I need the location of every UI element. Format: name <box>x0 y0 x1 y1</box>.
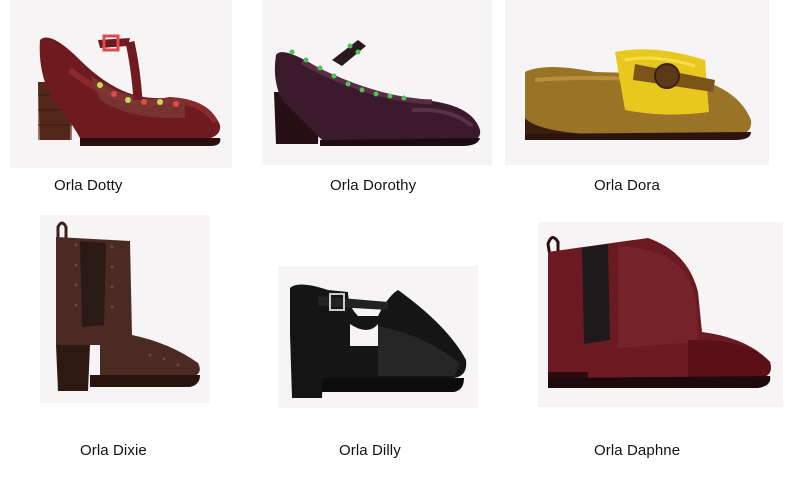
product-image-orla-dotty[interactable] <box>10 0 232 168</box>
t-bar-shoe-icon <box>38 34 221 146</box>
product-name[interactable]: Orla Daphne <box>594 442 680 459</box>
product-name[interactable]: Orla Dilly <box>339 442 401 459</box>
product-image-orla-daphne[interactable] <box>538 222 783 407</box>
heeled-chelsea-boot-icon <box>56 221 200 391</box>
chelsea-boot-icon <box>546 236 771 388</box>
product-name[interactable]: Orla Dorothy <box>330 177 416 194</box>
product-image-orla-dora[interactable] <box>505 0 769 165</box>
mary-jane-shoe-icon <box>274 40 481 146</box>
loafer-shoe-icon <box>525 49 752 140</box>
product-name[interactable]: Orla Dixie <box>80 442 147 459</box>
cut-out-shoe-icon <box>290 284 467 398</box>
product-name[interactable]: Orla Dotty <box>54 177 123 194</box>
product-name[interactable]: Orla Dora <box>594 177 660 194</box>
product-image-orla-dorothy[interactable] <box>262 0 492 165</box>
product-image-orla-dixie[interactable] <box>40 215 210 403</box>
product-image-orla-dilly[interactable] <box>278 266 478 408</box>
